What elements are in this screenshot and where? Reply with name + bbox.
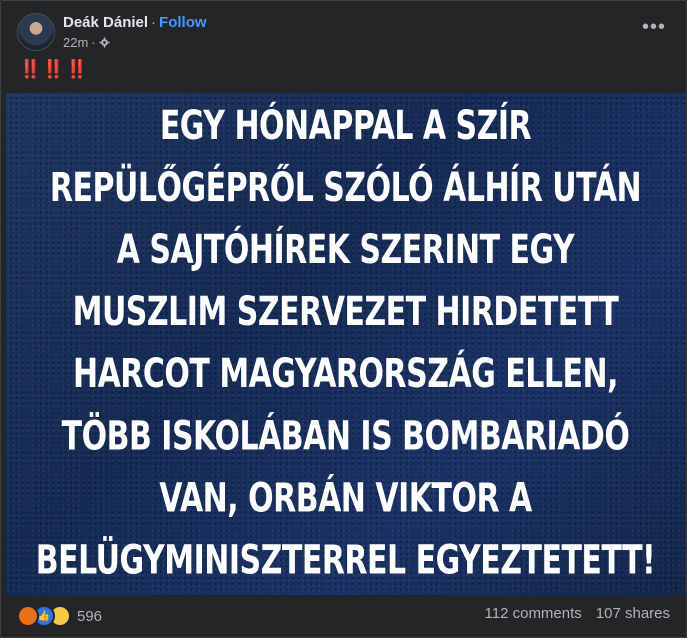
separator-dot: · [91, 35, 96, 50]
post-image[interactable]: EGY HÓNAPPAL A SZÍR REPÜLŐGÉPRŐL SZÓLÓ Á… [6, 93, 685, 595]
follow-button[interactable]: Follow [159, 14, 207, 31]
post-header: Deák Dániel · Follow 22m · ••• [17, 13, 670, 53]
avatar[interactable] [17, 13, 55, 51]
author-name[interactable]: Deák Dániel [63, 14, 148, 31]
reactions-summary[interactable]: 👍 596 [17, 605, 102, 627]
post-card: Deák Dániel · Follow 22m · ••• ‼️‼️‼️ EGY … [0, 0, 687, 638]
post-text: ‼️‼️‼️ [19, 59, 90, 79]
engagement-stats: 112 comments 107 shares [485, 605, 670, 622]
more-options-icon[interactable]: ••• [642, 17, 666, 37]
angry-reaction-icon [17, 605, 39, 627]
reaction-count[interactable]: 596 [77, 608, 102, 625]
image-caption: EGY HÓNAPPAL A SZÍR REPÜLŐGÉPRŐL SZÓLÓ Á… [35, 102, 656, 585]
post-time[interactable]: 22m [63, 35, 88, 50]
separator-dot: · [151, 14, 157, 31]
comments-count[interactable]: 112 comments [485, 605, 582, 622]
post-footer: 👍 596 112 comments 107 shares [17, 605, 670, 627]
post-meta: 22m · [63, 35, 110, 50]
audience-gear-icon[interactable] [98, 37, 110, 48]
author-row: Deák Dániel · Follow [63, 14, 207, 31]
shares-count[interactable]: 107 shares [596, 605, 670, 622]
